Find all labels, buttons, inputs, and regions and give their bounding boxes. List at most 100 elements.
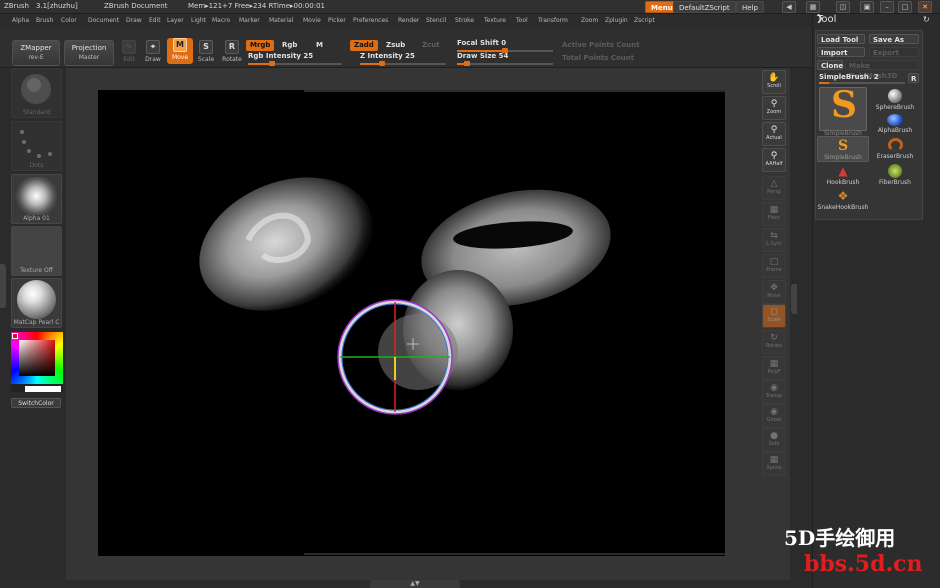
brush-standard-thumb[interactable]: Standard bbox=[11, 68, 62, 118]
alpha-thumb[interactable]: Alpha 01 bbox=[11, 174, 62, 224]
maximize-icon[interactable]: □ bbox=[898, 1, 912, 13]
menu-tool[interactable]: Tool bbox=[516, 17, 528, 24]
menu-edit[interactable]: Edit bbox=[149, 17, 161, 24]
frame-button[interactable]: □ Frame bbox=[762, 254, 786, 278]
menu-transform[interactable]: Transform bbox=[538, 17, 568, 24]
menu-zplugin[interactable]: Zplugin bbox=[605, 17, 628, 24]
zoom-button[interactable]: ⚲ Zoom bbox=[762, 96, 786, 120]
menu-render[interactable]: Render bbox=[398, 17, 419, 24]
save-as-button[interactable]: Save As bbox=[869, 34, 919, 44]
prev-icon[interactable]: ◀ bbox=[782, 1, 796, 13]
brush-eraserbrush[interactable]: EraserBrush bbox=[869, 138, 921, 160]
move-mode-button[interactable]: M Move bbox=[167, 38, 193, 64]
load-tool-button[interactable]: Load Tool bbox=[817, 34, 865, 44]
draw-size-knob[interactable] bbox=[464, 61, 471, 66]
scale-mode-button[interactable]: S Scale bbox=[193, 40, 219, 70]
projection-master-button[interactable]: Projection Master bbox=[64, 40, 114, 66]
ghost-button[interactable]: ◉ Ghost bbox=[762, 404, 786, 428]
rgb-toggle[interactable]: Rgb bbox=[278, 40, 301, 51]
m-toggle[interactable]: M bbox=[312, 40, 327, 51]
menu-zscript[interactable]: Zscript bbox=[634, 17, 655, 24]
zmapper-button[interactable]: ZMapper rev-E bbox=[12, 40, 60, 66]
import-button[interactable]: Import bbox=[817, 47, 865, 57]
edit-mode-button[interactable]: ✎ Edit bbox=[116, 40, 142, 70]
menu-movie[interactable]: Movie bbox=[303, 17, 321, 24]
dots-stroke-icon bbox=[20, 130, 52, 158]
left-tray-collapse-handle[interactable] bbox=[0, 264, 6, 308]
transp-button[interactable]: ◉ Transp bbox=[762, 380, 786, 404]
brush-alphabrush[interactable]: AlphaBrush bbox=[869, 114, 921, 134]
make-polymesh-button[interactable]: Make PolyMesh3D bbox=[845, 60, 919, 80]
z-intensity-knob[interactable] bbox=[378, 61, 385, 66]
right-tray-collapse-handle[interactable] bbox=[791, 284, 797, 314]
help-button[interactable]: Help bbox=[736, 1, 764, 13]
menu-draw[interactable]: Draw bbox=[126, 17, 142, 24]
menu-marker[interactable]: Marker bbox=[239, 17, 260, 24]
lock-icon[interactable]: ▣ bbox=[860, 1, 874, 13]
magnifier-half-icon: ⚲ bbox=[770, 151, 778, 161]
focal-shift-slider[interactable]: Focal Shift 0 bbox=[457, 39, 553, 53]
dock-icon[interactable]: ◫ bbox=[836, 1, 850, 13]
menu-layer[interactable]: Layer bbox=[167, 17, 184, 24]
secondary-color-swatch[interactable] bbox=[25, 386, 61, 392]
color-picker[interactable] bbox=[11, 332, 63, 392]
solo-button[interactable]: ● Solo bbox=[762, 428, 786, 452]
zsub-toggle[interactable]: Zsub bbox=[382, 40, 409, 51]
brush-simplebrush-large[interactable]: S SimpleBrush bbox=[817, 84, 869, 137]
menu-zoom[interactable]: Zoom bbox=[581, 17, 598, 24]
move-view-button[interactable]: ✥ Move bbox=[762, 280, 786, 304]
rotate-view-button[interactable]: ↻ Rotate bbox=[762, 330, 786, 354]
draw-size-slider[interactable]: Draw Size 54 bbox=[457, 52, 553, 66]
lsym-button[interactable]: ⇆ L.Sym bbox=[762, 228, 786, 252]
draw-mode-button[interactable]: ⌖ Draw bbox=[140, 40, 166, 70]
menu-alpha[interactable]: Alpha bbox=[12, 17, 29, 24]
rotate-mode-button[interactable]: R Rotate bbox=[219, 40, 245, 70]
main-color-swatch[interactable] bbox=[12, 333, 18, 339]
menu-document[interactable]: Document bbox=[88, 17, 119, 24]
switch-color-button[interactable]: SwitchColor bbox=[11, 398, 61, 408]
stroke-dots-thumb[interactable]: Dots bbox=[11, 121, 62, 171]
zadd-toggle[interactable]: Zadd bbox=[350, 40, 378, 51]
persp-button[interactable]: △ Persp bbox=[762, 176, 786, 200]
menu-texture[interactable]: Texture bbox=[484, 17, 506, 24]
palette-refresh-icon[interactable]: ↻ bbox=[923, 15, 930, 24]
brush-hookbrush[interactable]: ▲ HookBrush bbox=[817, 164, 869, 186]
reset-tool-button[interactable]: R bbox=[908, 73, 919, 83]
scale-view-button[interactable]: ◻ Scale bbox=[762, 304, 786, 328]
zcut-toggle[interactable]: Zcut bbox=[418, 40, 444, 51]
scroll-button[interactable]: ✋ Scroll bbox=[762, 70, 786, 94]
material-thumb[interactable]: MatCap Pearl C bbox=[11, 278, 62, 328]
rgb-intensity-slider[interactable]: Rgb Intensity 25 bbox=[248, 52, 342, 66]
aahalf-button[interactable]: ⚲ AAHalf bbox=[762, 148, 786, 172]
export-button[interactable]: Export bbox=[869, 47, 919, 57]
color-sv-square[interactable] bbox=[19, 340, 55, 376]
actual-button[interactable]: ⚲ Actual bbox=[762, 122, 786, 146]
menu-light[interactable]: Light bbox=[191, 17, 206, 24]
brush-simplebrush[interactable]: S SimpleBrush bbox=[817, 136, 869, 162]
menu-macro[interactable]: Macro bbox=[212, 17, 230, 24]
mrgb-toggle[interactable]: Mrgb bbox=[246, 40, 275, 51]
brush-fiberbrush[interactable]: FiberBrush bbox=[869, 164, 921, 186]
document-canvas[interactable] bbox=[98, 90, 725, 556]
texture-thumb[interactable]: Texture Off bbox=[11, 226, 62, 276]
default-zscript-button[interactable]: DefaultZScript bbox=[673, 1, 736, 13]
menu-stencil[interactable]: Stencil bbox=[426, 17, 446, 24]
bottom-tray-handle[interactable]: ▲▼ bbox=[370, 580, 460, 588]
brush-snakehookbrush[interactable]: ❖ SnakeHookBrush bbox=[817, 189, 869, 211]
floor-button[interactable]: ▦ Floor bbox=[762, 202, 786, 226]
menu-brush[interactable]: Brush bbox=[36, 17, 53, 24]
close-icon[interactable]: ✕ bbox=[918, 1, 932, 13]
brush-spherebrush[interactable]: SphereBrush bbox=[869, 89, 921, 111]
z-intensity-slider[interactable]: Z Intensity 25 bbox=[360, 52, 446, 66]
polyf-button[interactable]: ▦ PolyF bbox=[762, 356, 786, 380]
xpose-button[interactable]: ▦ Xpose bbox=[762, 452, 786, 476]
menu-picker[interactable]: Picker bbox=[328, 17, 346, 24]
menu-stroke[interactable]: Stroke bbox=[455, 17, 474, 24]
menu-preferences[interactable]: Preferences bbox=[353, 17, 388, 24]
minimize-icon[interactable]: – bbox=[880, 1, 894, 13]
rgb-intensity-knob[interactable] bbox=[268, 61, 275, 66]
layout-icon[interactable]: ▦ bbox=[806, 1, 820, 13]
menu-color[interactable]: Color bbox=[61, 17, 77, 24]
clone-button[interactable]: Clone bbox=[817, 60, 843, 70]
menu-material[interactable]: Material bbox=[269, 17, 293, 24]
